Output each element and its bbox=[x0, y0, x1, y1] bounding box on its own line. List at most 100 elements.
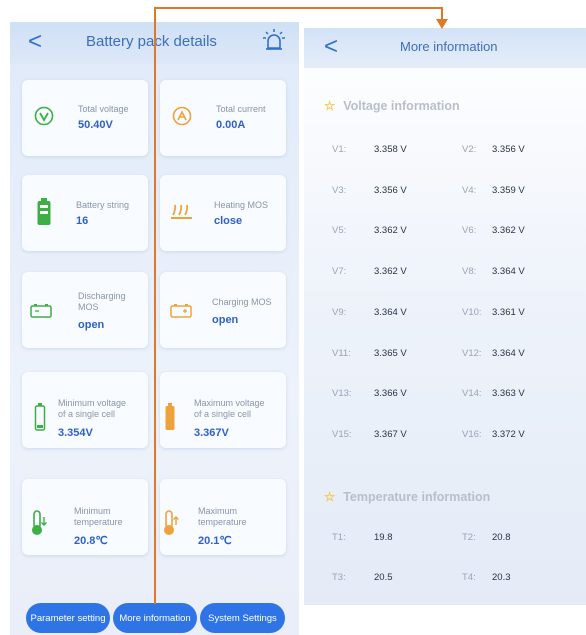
temperature-label: T1: bbox=[332, 532, 346, 543]
voltage-label: V6: bbox=[462, 225, 477, 237]
voltage-value: 3.366 V bbox=[374, 388, 407, 400]
voltage-value: 3.356 V bbox=[374, 184, 407, 196]
voltage-label: V3: bbox=[332, 184, 347, 196]
total-current-card: Total current 0.00A bbox=[160, 80, 286, 156]
card-label: MOS bbox=[78, 302, 99, 312]
card-value: 3.367V bbox=[194, 427, 229, 439]
card-label: Total voltage bbox=[78, 104, 129, 114]
voltage-label: V14: bbox=[462, 388, 482, 400]
card-label: Total current bbox=[216, 104, 266, 114]
card-value: 0.00A bbox=[216, 119, 246, 131]
more-information-screen: < More information ☆ Voltage information … bbox=[304, 28, 586, 605]
max-voltage-card: Maximum voltage of a single cell 3.367V bbox=[160, 372, 286, 448]
voltage-label: V9: bbox=[332, 306, 347, 318]
card-value: 20.1℃ bbox=[198, 535, 232, 547]
voltage-label: V8: bbox=[462, 266, 477, 278]
voltage-value: 3.372 V bbox=[492, 428, 525, 440]
voltage-label: V13: bbox=[332, 388, 352, 400]
card-label: Minimum voltage bbox=[58, 398, 127, 408]
section-title: Temperature information bbox=[343, 490, 491, 504]
voltage-value: 3.364 V bbox=[492, 266, 525, 278]
card-value: open bbox=[212, 314, 239, 326]
page-title: More information bbox=[400, 39, 498, 54]
card-value: open bbox=[78, 319, 105, 331]
battery-icon bbox=[37, 198, 51, 225]
left-header: < Battery pack details bbox=[10, 22, 299, 64]
card-label: of a single cell bbox=[58, 409, 116, 419]
voltage-value: 3.364 V bbox=[492, 347, 525, 359]
temperature-value: 20.3 bbox=[492, 572, 511, 583]
battery-low-icon bbox=[34, 403, 46, 431]
voltage-value: 3.361 V bbox=[492, 306, 525, 318]
right-header: < More information bbox=[304, 28, 586, 68]
thermometer-high-icon bbox=[164, 510, 179, 535]
voltage-value: 3.359 V bbox=[492, 184, 525, 196]
back-button[interactable]: < bbox=[324, 35, 338, 59]
current-icon bbox=[172, 106, 192, 126]
discharging-mos-card: Discharging MOS open bbox=[22, 272, 148, 348]
battery-pack-details-screen: < Battery pack details Total voltage 50.… bbox=[10, 22, 299, 635]
card-label: Maximum bbox=[198, 506, 238, 516]
section-title: Voltage information bbox=[343, 99, 460, 113]
temperature-label: T4: bbox=[462, 572, 476, 583]
voltage-value: 3.362 V bbox=[492, 225, 525, 237]
voltage-value: 3.367 V bbox=[374, 428, 407, 440]
voltage-value: 3.358 V bbox=[374, 144, 407, 155]
card-value: close bbox=[214, 215, 243, 227]
card-value: 50.40V bbox=[78, 119, 113, 131]
voltage-value: 3.365 V bbox=[374, 347, 407, 359]
voltage-label: V12: bbox=[462, 347, 482, 359]
voltage-label: V1: bbox=[332, 144, 347, 155]
voltage-label: V4: bbox=[462, 184, 477, 196]
page-title: Battery pack details bbox=[86, 33, 217, 50]
total-voltage-card: Total voltage 50.40V bbox=[22, 80, 148, 156]
discharging-icon bbox=[30, 304, 52, 318]
star-icon: ☆ bbox=[324, 490, 336, 504]
temperature-section-heading: ☆ Temperature information bbox=[324, 489, 490, 504]
card-label: Maximum voltage bbox=[194, 398, 265, 408]
voltage-label: V5: bbox=[332, 225, 347, 237]
heating-icon bbox=[171, 204, 192, 219]
system-settings-button[interactable]: System Settings bbox=[200, 603, 285, 633]
card-value: 20.8℃ bbox=[74, 535, 108, 547]
voltage-icon bbox=[34, 106, 54, 126]
temperature-value: 20.5 bbox=[374, 572, 393, 583]
charging-mos-card: Charging MOS open bbox=[160, 272, 286, 348]
card-label: of a single cell bbox=[194, 409, 252, 419]
voltage-label: V11: bbox=[332, 347, 351, 359]
card-value: 16 bbox=[76, 215, 89, 227]
battery-full-icon bbox=[165, 403, 175, 430]
card-label: temperature bbox=[74, 517, 123, 527]
voltage-label: V16: bbox=[462, 428, 482, 440]
parameter-setting-button[interactable]: Parameter setting bbox=[26, 603, 110, 633]
thermometer-low-icon bbox=[32, 510, 47, 535]
temperature-value: 20.8 bbox=[492, 532, 511, 543]
voltage-value: 3.362 V bbox=[374, 266, 407, 278]
voltage-label: V2: bbox=[462, 144, 477, 155]
card-value: 3.354V bbox=[58, 427, 93, 439]
min-temperature-card: Minimum temperature 20.8℃ bbox=[22, 479, 148, 555]
card-label: Heating MOS bbox=[214, 200, 269, 210]
temperature-value: 19.8 bbox=[374, 532, 393, 543]
voltage-value: 3.364 V bbox=[374, 306, 407, 318]
card-label: Minimum bbox=[74, 506, 111, 516]
screenshot-root: < Battery pack details Total voltage 50.… bbox=[0, 0, 586, 635]
voltage-section-heading: ☆ Voltage information bbox=[324, 98, 460, 113]
more-information-button[interactable]: More information bbox=[113, 603, 197, 633]
temperature-label: T2: bbox=[462, 532, 476, 543]
min-voltage-card: Minimum voltage of a single cell 3.354V bbox=[22, 372, 148, 448]
temperature-label: T3: bbox=[332, 572, 346, 583]
max-temperature-card: Maximum temperature 20.1℃ bbox=[160, 479, 286, 555]
battery-string-card: Battery string 16 bbox=[22, 175, 148, 251]
back-button[interactable]: < bbox=[28, 30, 42, 54]
heating-mos-card: Heating MOS close bbox=[160, 175, 286, 251]
voltage-label: V10: bbox=[462, 306, 482, 318]
card-label: Battery string bbox=[76, 200, 130, 210]
star-icon: ☆ bbox=[324, 99, 336, 113]
charging-icon bbox=[170, 304, 192, 318]
voltage-value: 3.363 V bbox=[492, 388, 525, 400]
alarm-icon[interactable] bbox=[260, 26, 288, 54]
voltage-label: V15: bbox=[332, 428, 352, 440]
card-label: temperature bbox=[198, 517, 247, 527]
card-label: Discharging bbox=[78, 291, 126, 301]
